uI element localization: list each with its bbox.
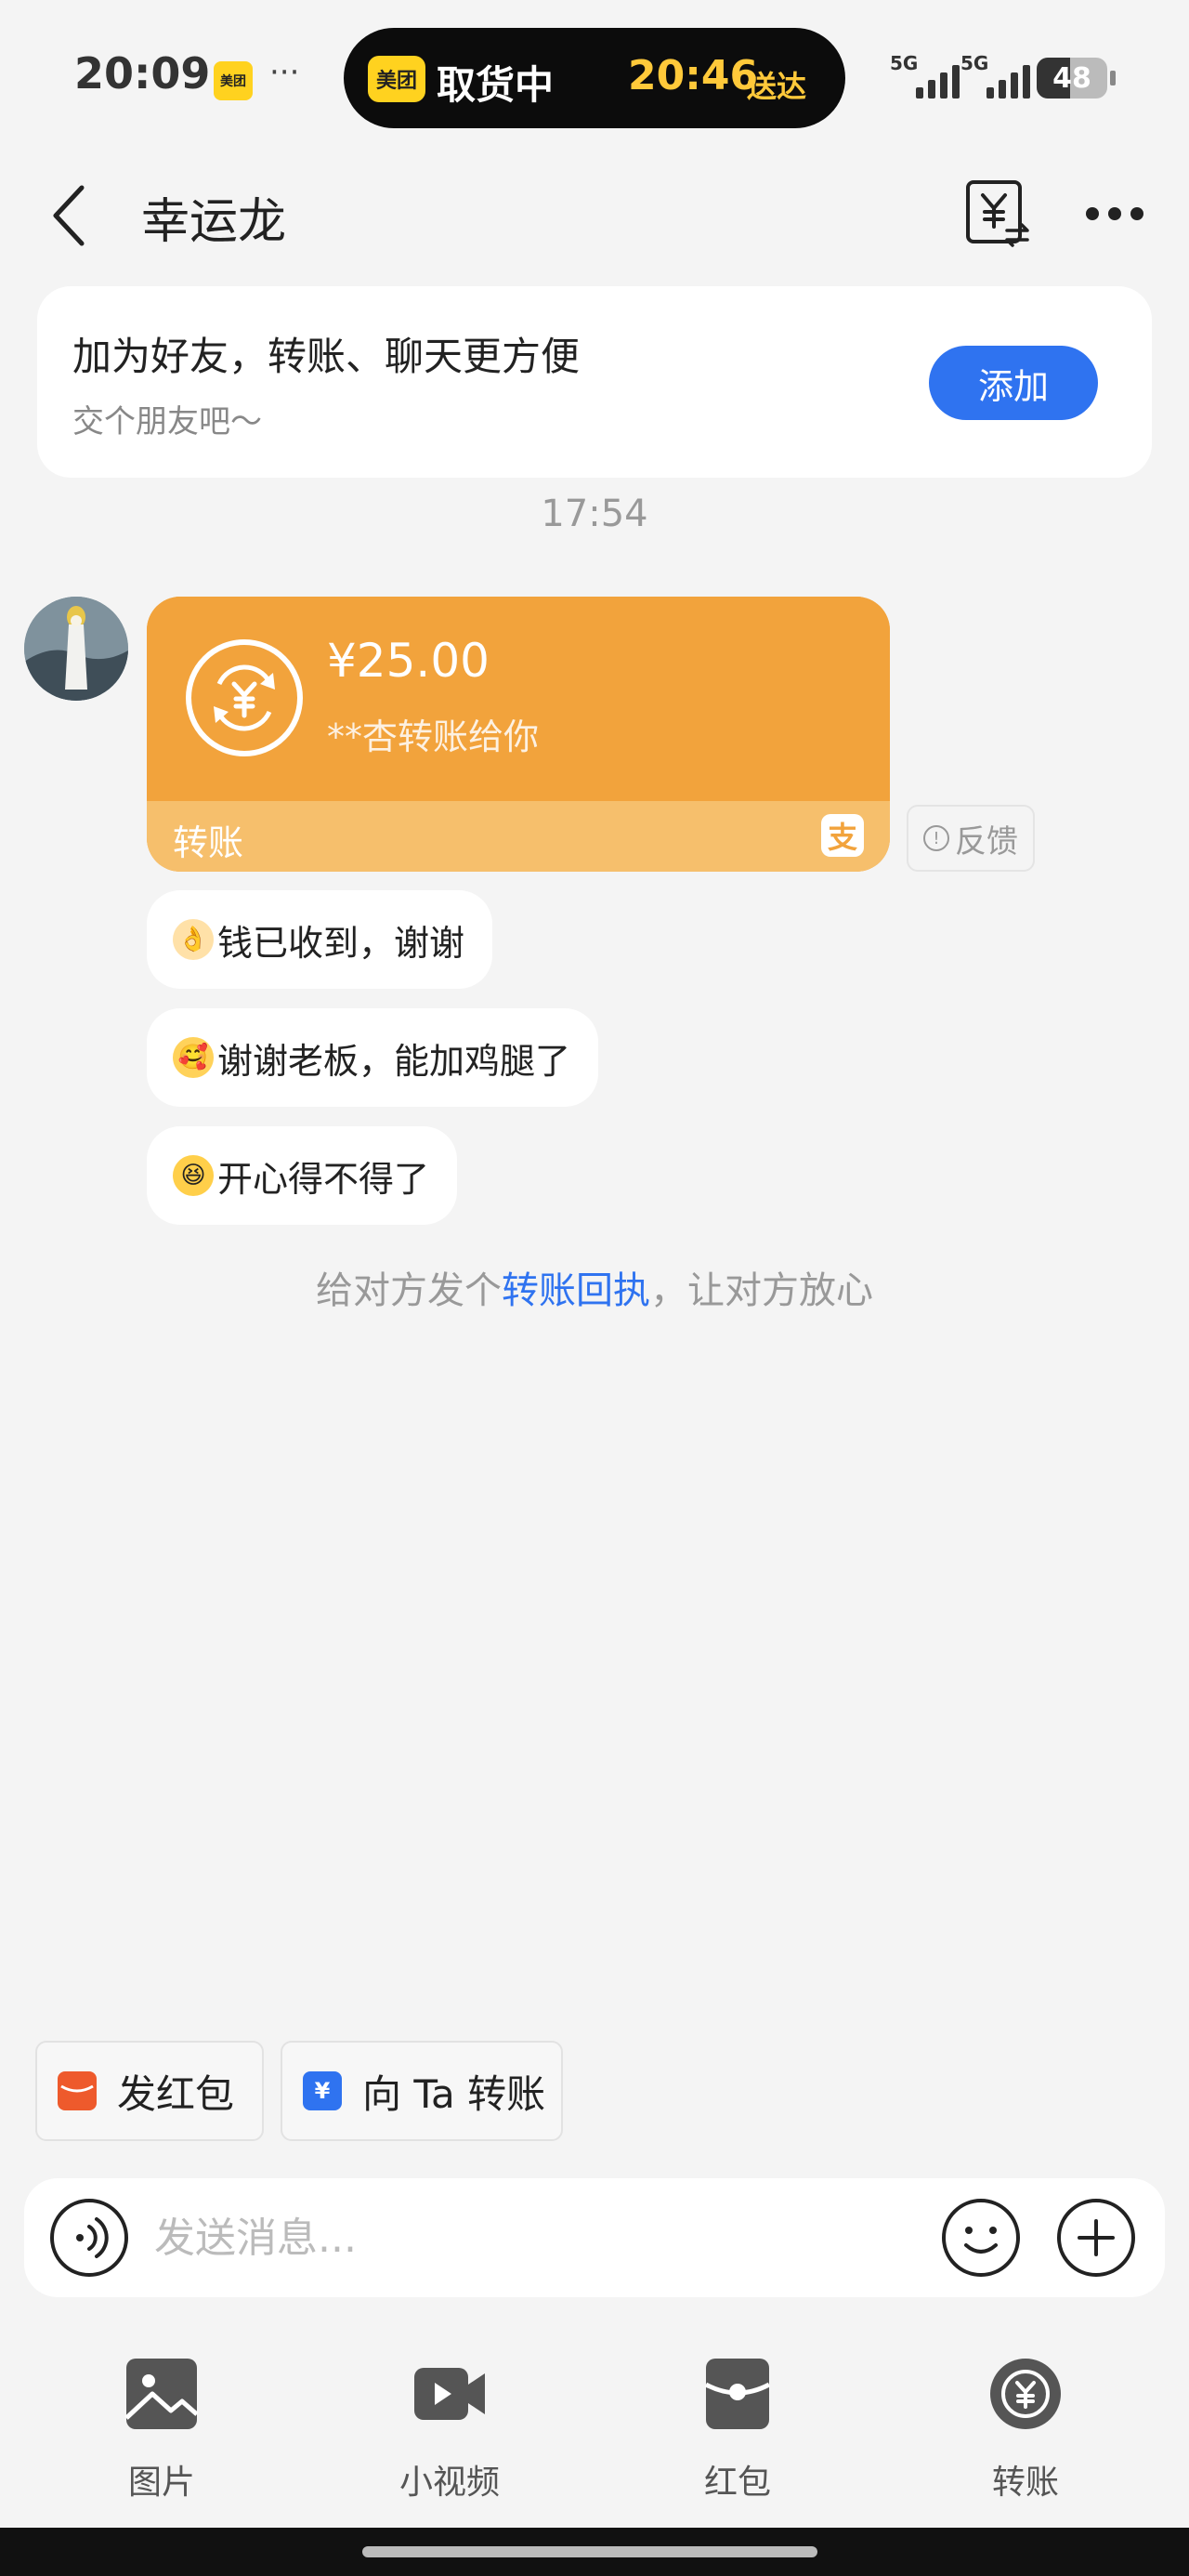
more-actions-button[interactable] — [1055, 2197, 1137, 2279]
chat-header: 幸运龙 — [0, 167, 1189, 260]
avatar-image — [24, 597, 128, 701]
send-red-packet-label: 发红包 — [117, 2070, 235, 2117]
transfer-card[interactable]: ¥25.00 **杏转账给你 转账 支 — [147, 597, 890, 872]
battery-percent: 48 — [1052, 61, 1091, 95]
yuan-transfer-icon — [966, 180, 1029, 247]
red-packet-icon — [704, 2359, 771, 2429]
transfer-card-footer: 转账 支 — [147, 801, 890, 872]
receipt-hint: 给对方发个转账回执，让对方放心 — [0, 1260, 1189, 1314]
message-text: 谢谢老板，能加鸡腿了 — [217, 1040, 571, 1082]
send-red-packet-button[interactable]: 发红包 — [35, 2041, 264, 2141]
transfer-icon — [990, 2359, 1061, 2429]
transfer-to-ta-label: 向 Ta 转账 — [362, 2070, 546, 2117]
battery-icon: 48 — [1037, 58, 1107, 99]
message-text: 钱已收到，谢谢 — [217, 922, 465, 964]
home-indicator[interactable] — [362, 2546, 817, 2557]
status-bar: 20:09 美团 ··· 美团 取货中 20:46 送达 5G 5G 48 — [0, 0, 1189, 149]
info-icon: ! — [923, 825, 949, 851]
voice-icon — [50, 2199, 128, 2277]
back-button[interactable] — [45, 180, 100, 251]
plus-icon — [1057, 2199, 1135, 2277]
toolbar-item-image[interactable]: 图片 — [69, 2351, 255, 2509]
status-time: 20:09 — [74, 48, 211, 99]
status-more-icon: ··· — [269, 54, 300, 91]
transfer-amount: ¥25.00 — [327, 634, 490, 688]
dynamic-island[interactable]: 美团 取货中 20:46 送达 — [344, 28, 845, 128]
toolbar-label: 转账 — [991, 2464, 1059, 2502]
toolbar-item-video[interactable]: 小视频 — [357, 2351, 542, 2509]
voice-input-button[interactable] — [48, 2197, 130, 2279]
add-friend-title: 加为好友，转账、聊天更方便 — [72, 334, 581, 379]
video-icon — [414, 2368, 485, 2420]
message-input-bar — [24, 2178, 1165, 2297]
feedback-label: 反馈 — [955, 822, 1018, 861]
message-bubble[interactable]: 😆 开心得不得了 — [147, 1126, 458, 1225]
chat-title: 幸运龙 — [141, 194, 287, 250]
hint-prefix: 给对方发个 — [316, 1269, 502, 1312]
toolbar-item-transfer[interactable]: 转账 — [933, 2351, 1118, 2509]
hint-suffix: ，让对方放心 — [650, 1269, 873, 1312]
red-packet-icon — [58, 2071, 97, 2110]
transfer-record-button[interactable] — [962, 177, 1033, 251]
more-dots-icon — [1086, 207, 1143, 220]
message-bubble[interactable]: 👌 钱已收到，谢谢 — [147, 890, 493, 989]
toolbar-label: 红包 — [703, 2464, 771, 2502]
yuan-card-icon: ¥ — [303, 2071, 342, 2110]
more-options-button[interactable] — [1078, 186, 1152, 242]
message-input[interactable] — [154, 2201, 804, 2275]
battery-tip — [1110, 71, 1116, 85]
toolbar-label: 图片 — [127, 2464, 195, 2502]
network-type-1: 5G — [890, 52, 919, 74]
signal-icon-2 — [986, 61, 1030, 99]
meituan-badge-icon: 美团 — [214, 61, 253, 100]
chat-timestamp: 17:54 — [541, 493, 648, 535]
signal-icon — [916, 61, 960, 99]
toolbar-label: 小视频 — [399, 2464, 500, 2502]
add-friend-subtitle: 交个朋友吧～ — [72, 403, 262, 440]
transfer-card-top: ¥25.00 **杏转账给你 — [147, 597, 890, 801]
message-text: 开心得不得了 — [217, 1158, 430, 1200]
message-bubble[interactable]: 🥰 谢谢老板，能加鸡腿了 — [147, 1008, 599, 1107]
transfer-to-ta-button[interactable]: ¥ 向 Ta 转账 — [281, 2041, 563, 2141]
back-arrow-icon — [53, 185, 85, 246]
transfer-yuan-icon — [186, 639, 303, 756]
avatar[interactable] — [24, 597, 128, 701]
add-friend-button[interactable]: 添加 — [929, 346, 1098, 420]
alipay-icon: 支 — [821, 814, 864, 857]
meituan-logo-icon: 美团 — [368, 56, 425, 102]
delivery-status: 取货中 — [437, 62, 555, 108]
network-type-2: 5G — [960, 52, 989, 74]
blushing-face-emoji-icon: 🥰 — [173, 1037, 214, 1078]
transfer-receipt-link[interactable]: 转账回执 — [502, 1269, 650, 1312]
laughing-face-emoji-icon: 😆 — [173, 1155, 214, 1196]
transfer-type-label: 转账 — [173, 822, 244, 863]
emoji-button[interactable] — [940, 2197, 1022, 2279]
add-friend-card: 加为好友，转账、聊天更方便 交个朋友吧～ 添加 — [37, 286, 1152, 478]
delivery-eta-label: 送达 — [747, 69, 807, 104]
image-icon — [124, 2359, 199, 2429]
feedback-button[interactable]: ! 反馈 — [907, 805, 1035, 872]
toolbar-item-red-packet[interactable]: 红包 — [645, 2351, 830, 2509]
smiley-icon — [942, 2199, 1020, 2277]
delivery-eta: 20:46 — [628, 52, 759, 99]
ok-hand-emoji-icon: 👌 — [173, 919, 214, 960]
transfer-note: **杏转账给你 — [327, 716, 540, 757]
